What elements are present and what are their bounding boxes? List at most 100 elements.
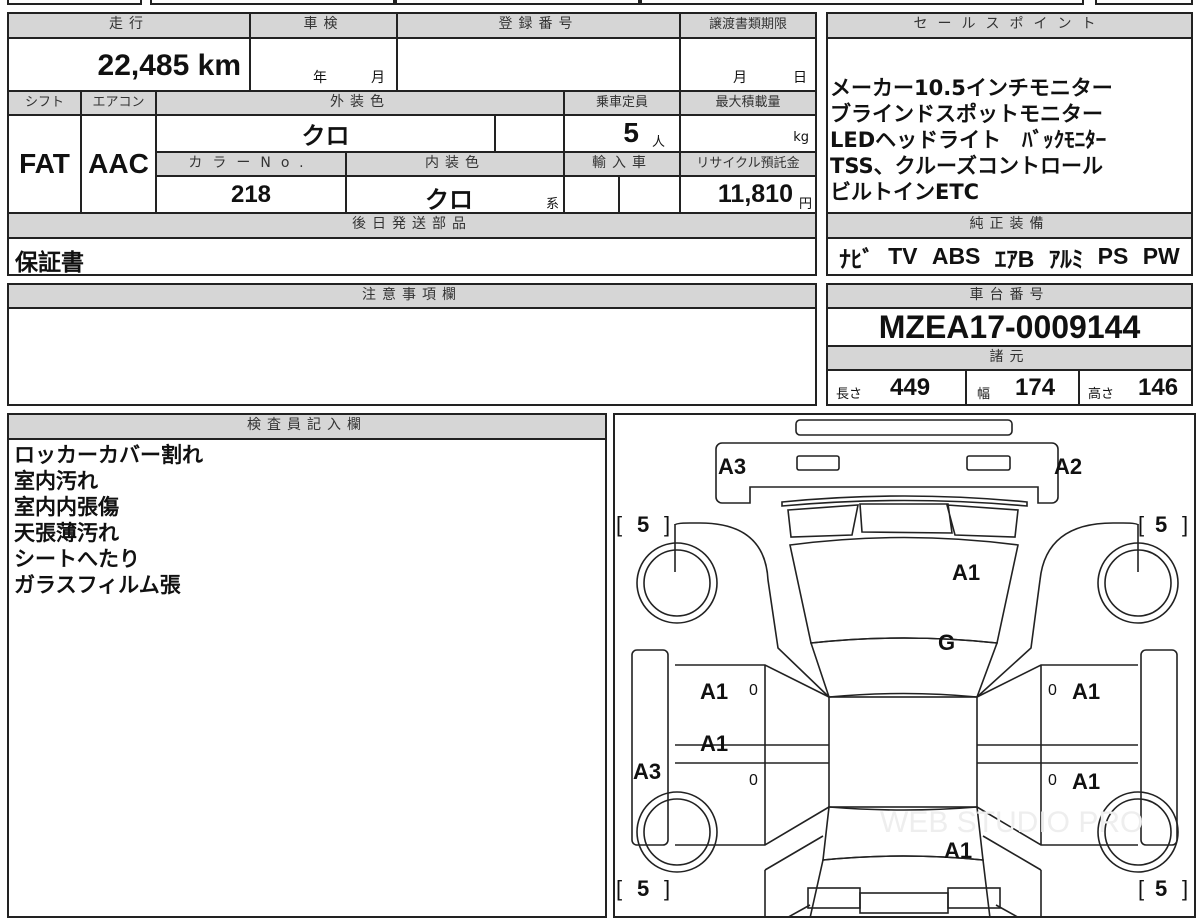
sales-point: メーカー10.5インチモニター — [830, 76, 1113, 100]
capacity-unit: 人 — [651, 135, 665, 150]
inspector-note: ロッカーカバー割れ — [14, 443, 203, 467]
transfer-deadline-cell: 月 日 — [679, 37, 817, 92]
inspector-header: 検査員記入欄 — [7, 413, 607, 440]
equipment-item: ﾅﾋﾞ — [839, 245, 874, 272]
left-rocker-shape — [631, 649, 669, 846]
spec-length-value: 449 — [890, 374, 931, 401]
later-parts-cell: 保証書 — [7, 237, 817, 276]
tire-depth-rear-left: 5 — [637, 876, 649, 901]
right-rocker-shape — [1140, 649, 1178, 846]
import-cell — [618, 175, 681, 214]
car-diagram: WEB STUDIO PRO A3 A2 A1 G A1 A1 A1 A1 A3… — [613, 413, 1196, 918]
mileage-value: 22,485 — [97, 49, 190, 82]
tire-depth-rear-right: 5 — [1155, 876, 1167, 901]
shift-header: シフト — [7, 90, 82, 116]
equipment-list: ﾅﾋﾞ TV ABS ｴｱB ｱﾙﾐ PS PW — [826, 237, 1193, 276]
tire-bracket: [ — [1138, 512, 1144, 537]
recycle-value: 11,810 — [717, 180, 793, 208]
damage-hood: A1 — [952, 560, 980, 585]
chassis-header: 車台番号 — [826, 283, 1193, 309]
sales-point: LEDヘッドライト ﾊﾞｯｸﾓﾆﾀｰ — [830, 128, 1107, 152]
headlight-right-shape — [966, 455, 1011, 471]
equipment-item: TV — [888, 243, 918, 269]
hood-shape — [789, 536, 1019, 644]
notes-header: 注意事項欄 — [7, 283, 817, 309]
registration-cell — [396, 37, 681, 92]
top-cell — [640, 0, 1084, 5]
tire-bracket: [ — [616, 512, 622, 537]
damage-front-right: A2 — [1054, 454, 1082, 479]
wheel-rear-left-shape — [636, 791, 718, 873]
inspection-header: 車検 — [249, 12, 398, 39]
color-no-value: 218 — [155, 175, 347, 214]
spec-height: 高さ 146 — [1078, 369, 1193, 406]
right-door-shapes — [976, 664, 1138, 871]
recycle-cell: 11,810 円 — [679, 175, 817, 214]
capacity-cell: 5 人 — [563, 114, 681, 153]
headlight-left-shape — [796, 455, 840, 471]
top-cell — [1095, 0, 1193, 5]
transfer-deadline-header: 譲渡書類期限 — [679, 12, 817, 39]
equipment-item: PS — [1097, 243, 1129, 269]
aircon-header: エアコン — [80, 90, 157, 116]
exterior-color-value: クロ — [155, 114, 496, 153]
spec-height-label: 高さ — [1088, 387, 1115, 402]
notes-body — [7, 307, 817, 406]
inspector-note: シートへたり — [14, 547, 140, 571]
taillight-right-shape — [947, 887, 1001, 909]
inspection-cell: 年 月 — [249, 37, 398, 92]
tire-bracket: ] — [1182, 512, 1188, 537]
wheel-front-left-shape — [636, 542, 718, 624]
inspection-year: 年 — [313, 70, 327, 86]
windshield-shape — [809, 637, 999, 698]
rear-bumper-shape — [859, 892, 949, 914]
exterior-color-header: 外装色 — [155, 90, 565, 116]
damage-front-left: A3 — [718, 454, 746, 479]
recycle-unit: 円 — [798, 197, 812, 212]
spec-height-value: 146 — [1138, 374, 1179, 401]
inspector-note: 室内汚れ — [14, 469, 98, 493]
max-load-unit: kg — [793, 130, 809, 145]
wheel-rear-left-rim-shape — [643, 798, 711, 866]
chassis-value: MZEA17-0009144 — [826, 307, 1193, 347]
equipment-item: ABS — [931, 243, 981, 269]
blank-cell — [494, 114, 565, 153]
damage-windshield: G — [938, 630, 955, 655]
max-load-header: 最大積載量 — [679, 90, 817, 116]
spec-length-label: 長さ — [836, 387, 863, 402]
mileage-header: 走行 — [7, 12, 251, 39]
tire-bracket: ] — [1182, 876, 1188, 901]
damage-right-rear-door: A1 — [1072, 769, 1100, 794]
mileage-unit: km — [197, 49, 241, 82]
mileage-cell: 22,485 km — [7, 37, 251, 92]
deadline-day: 日 — [793, 70, 807, 86]
capacity-header: 乗車定員 — [563, 90, 681, 116]
sales-points-header: セールスポイント — [826, 12, 1193, 39]
import-cell — [563, 175, 620, 214]
interior-color-cell: クロ 系 — [345, 175, 565, 214]
registration-header: 登録番号 — [396, 12, 681, 39]
equipment-header: 純正装備 — [826, 212, 1193, 239]
color-no-header: カラーNo. — [155, 151, 347, 177]
aircon-value: AAC — [80, 114, 157, 214]
damage-trunk: A1 — [944, 838, 972, 863]
interior-color-header: 内装色 — [345, 151, 565, 177]
sales-point: ビルトインETC — [830, 180, 980, 204]
tire-bracket: ] — [664, 512, 670, 537]
interior-color-suffix: 系 — [545, 197, 559, 212]
tire-bracket: [ — [1138, 876, 1144, 901]
tire-bracket: ] — [664, 876, 670, 901]
car-diagram-svg: WEB STUDIO PRO A3 A2 A1 G A1 A1 A1 A1 A3… — [616, 419, 1188, 916]
front-bumper-shape — [795, 419, 1013, 436]
door-mark: 0 — [749, 682, 758, 699]
damage-right-front-door: A1 — [1072, 679, 1100, 704]
inspector-list: ロッカーカバー割れ 室内汚れ 室内内張傷 天張薄汚れ シートへたり ガラスフィル… — [7, 438, 607, 918]
later-parts-header: 後日発送部品 — [7, 212, 817, 239]
interior-color-value: クロ — [425, 187, 473, 214]
tire-bracket: [ — [616, 876, 622, 901]
equipment-item: PW — [1142, 243, 1180, 269]
sales-point: ブラインドスポットモニター — [830, 102, 1103, 126]
specs-header: 諸元 — [826, 345, 1193, 371]
max-load-cell: kg — [679, 114, 817, 153]
inspection-month: 月 — [371, 70, 385, 86]
